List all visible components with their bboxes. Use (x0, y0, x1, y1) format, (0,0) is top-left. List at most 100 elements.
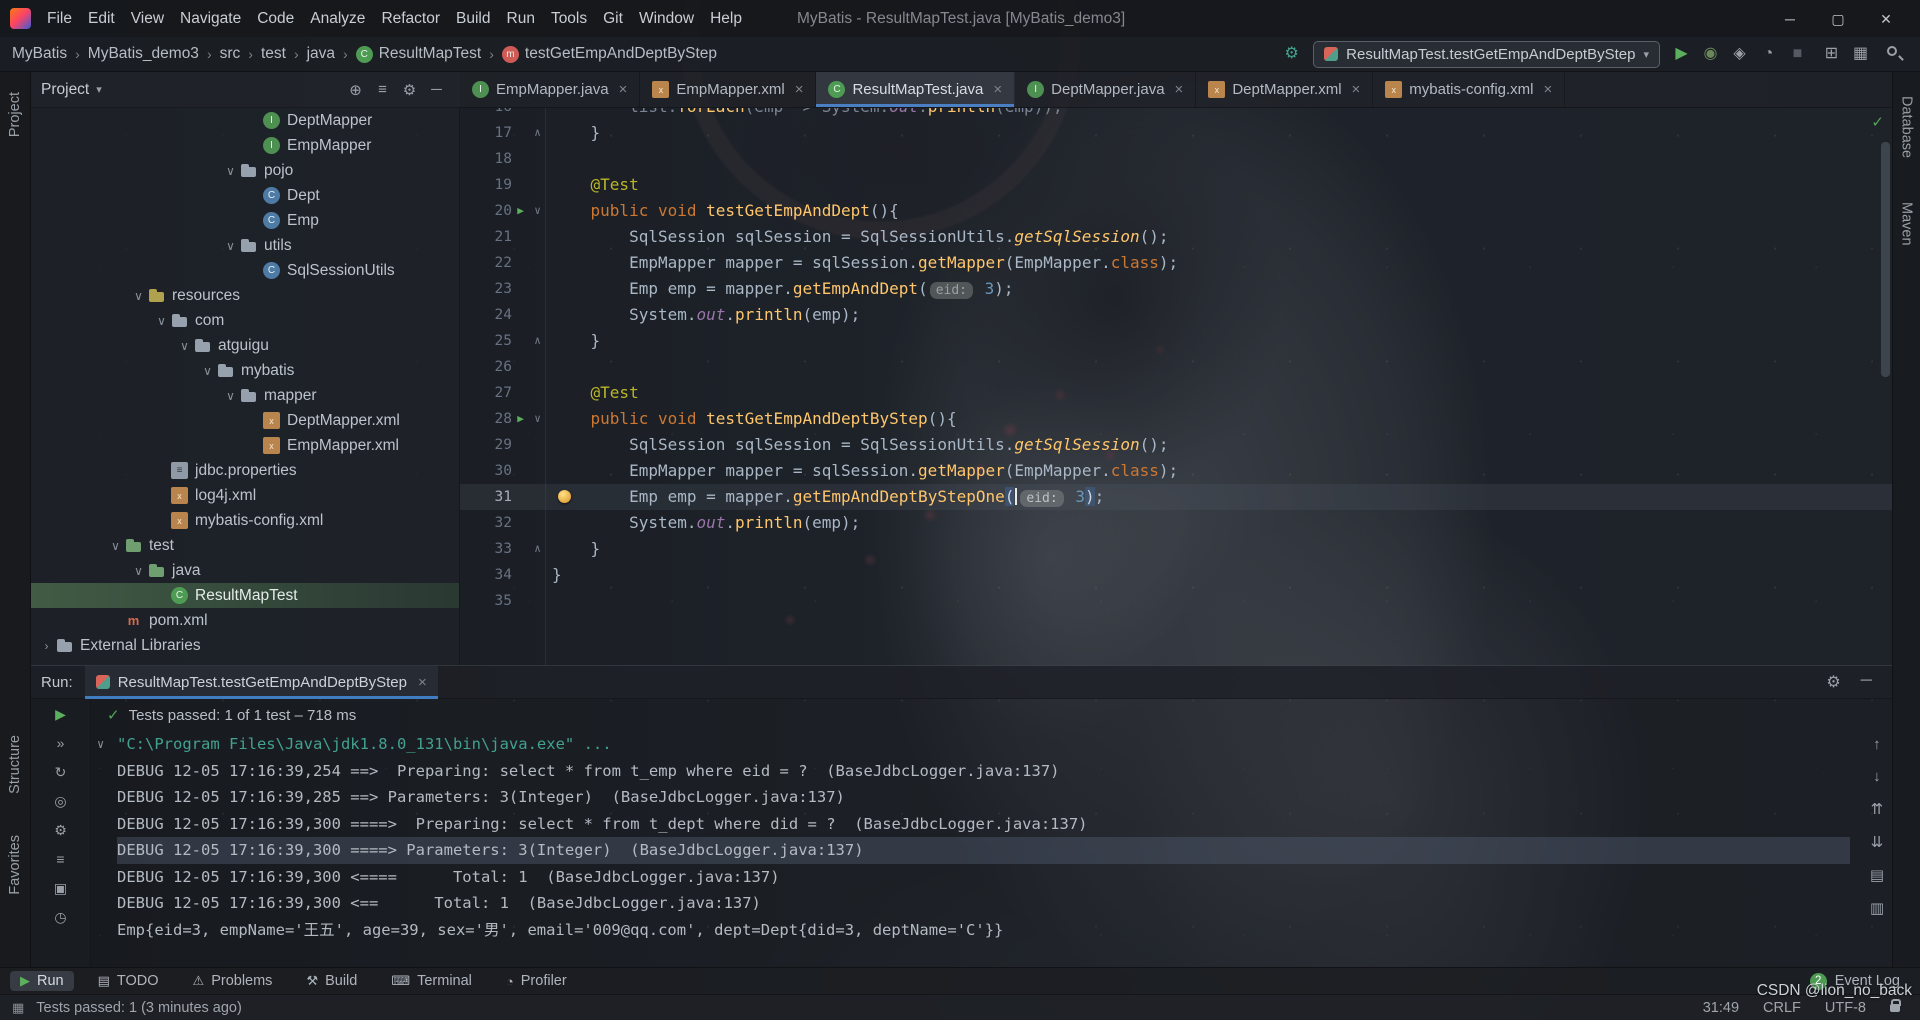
tree-item-jdbc.properties[interactable]: ≡jdbc.properties (31, 458, 459, 483)
tool-windows-toggle-icon[interactable]: ▦ (12, 1000, 24, 1016)
profiler-icon[interactable]: ◔ (1756, 42, 1781, 66)
rerun-icon[interactable]: ▶ (50, 704, 72, 724)
menu-edit[interactable]: Edit (80, 5, 123, 33)
tree-toggle-icon[interactable]: ∨ (175, 339, 194, 353)
code-line-16[interactable]: 16 list.forEach(emp -> System.out.printl… (460, 108, 1892, 120)
code-line-23[interactable]: 23 Emp emp = mapper.getEmpAndDept(eid: 3… (460, 276, 1892, 302)
close-icon[interactable]: × (1352, 81, 1361, 98)
search-everywhere-icon[interactable] (1882, 42, 1908, 66)
tree-item-deptmapper.xml[interactable]: xDeptMapper.xml (31, 408, 459, 433)
console-line[interactable]: DEBUG 12-05 17:16:39,285 ==> Parameters:… (117, 784, 1850, 811)
code-line-19[interactable]: 19 @Test (460, 172, 1892, 198)
collapse-all-icon[interactable]: ≡ (369, 81, 396, 99)
fold-icon[interactable]: ∧ (529, 328, 546, 354)
filter-icon[interactable]: ◎ (50, 791, 72, 811)
tree-item-java[interactable]: ∨java (31, 558, 459, 583)
stripe-project[interactable]: Project (7, 84, 23, 145)
menu-code[interactable]: Code (249, 5, 302, 33)
tree-item-sqlsessionutils[interactable]: CSqlSessionUtils (31, 258, 459, 283)
toolwindow-button-profiler[interactable]: ◔Profiler (496, 971, 577, 991)
collapse-all-icon[interactable]: ⇊ (1871, 833, 1884, 851)
tree-item-com[interactable]: ∨com (31, 308, 459, 333)
run-line-icon[interactable]: ▶ (512, 198, 529, 224)
code-line-30[interactable]: 30 EmpMapper mapper = sqlSession.getMapp… (460, 458, 1892, 484)
debug-icon[interactable]: ◉ (1698, 42, 1723, 66)
code-line-35[interactable]: 35 (460, 588, 1892, 614)
fold-icon[interactable]: ∨ (529, 406, 546, 432)
tab-empmapper.java[interactable]: IEmpMapper.java× (460, 72, 640, 107)
layout-icon[interactable]: ⊞ (1819, 42, 1844, 66)
toolwindow-button-terminal[interactable]: ⌨Terminal (381, 971, 482, 991)
tree-item-empmapper[interactable]: IEmpMapper (31, 133, 459, 158)
stripe-favorites[interactable]: Favorites (7, 827, 23, 903)
breadcrumb-item-src[interactable]: src (220, 45, 241, 63)
code-line-31[interactable]: 31 Emp emp = mapper.getEmpAndDeptByStepO… (460, 484, 1892, 510)
toolwindow-button-build[interactable]: ⚒Build (296, 971, 367, 991)
tree-item-pojo[interactable]: ∨pojo (31, 158, 459, 183)
soft-wrap-icon[interactable]: ▤ (1870, 866, 1884, 884)
screenshot-icon[interactable]: ▣ (50, 878, 72, 898)
stripe-structure[interactable]: Structure (7, 727, 23, 802)
more-icon[interactable]: » (50, 733, 72, 753)
close-icon[interactable]: × (795, 81, 804, 98)
minimize-button[interactable]: ─ (1766, 4, 1814, 34)
code-line-28[interactable]: 28▶∨ public void testGetEmpAndDeptByStep… (460, 406, 1892, 432)
console-output[interactable]: ∨"C:\Program Files\Java\jdk1.8.0_131\bin… (91, 731, 1850, 967)
code-line-27[interactable]: 27 @Test (460, 380, 1892, 406)
expand-all-icon[interactable]: ⇈ (1871, 800, 1884, 818)
tree-item-empmapper.xml[interactable]: xEmpMapper.xml (31, 433, 459, 458)
code-line-21[interactable]: 21 SqlSession sqlSession = SqlSessionUti… (460, 224, 1892, 250)
code-editor[interactable]: 16 list.forEach(emp -> System.out.printl… (460, 108, 1892, 665)
tree-item-resultmaptest[interactable]: CResultMapTest (31, 583, 459, 608)
tree-toggle-icon[interactable]: ∨ (129, 289, 148, 303)
menu-git[interactable]: Git (595, 5, 631, 33)
console-line[interactable]: ∨"C:\Program Files\Java\jdk1.8.0_131\bin… (117, 731, 1850, 758)
project-panel-title[interactable]: Project (41, 81, 89, 99)
toolwindow-button-run[interactable]: ▶Run (10, 971, 74, 991)
console-line[interactable]: DEBUG 12-05 17:16:39,300 ====> Preparing… (117, 811, 1850, 838)
fold-icon[interactable]: ∧ (529, 536, 546, 562)
stripe-maven[interactable]: Maven (1899, 194, 1915, 254)
close-icon[interactable]: × (1175, 81, 1184, 98)
intention-bulb-icon[interactable] (558, 490, 571, 503)
build-tool-icon[interactable]: ⚙ (1279, 42, 1304, 66)
close-icon[interactable]: × (993, 81, 1002, 98)
tree-item-emp[interactable]: CEmp (31, 208, 459, 233)
code-line-26[interactable]: 26 (460, 354, 1892, 380)
run-icon[interactable]: ▶ (1669, 42, 1694, 66)
tree-toggle-icon[interactable]: ∨ (221, 389, 240, 403)
tree-item-atguigu[interactable]: ∨atguigu (31, 333, 459, 358)
breadcrumb-item-test[interactable]: test (261, 45, 286, 63)
tab-deptmapper.xml[interactable]: xDeptMapper.xml× (1196, 72, 1373, 107)
tree-item-mapper[interactable]: ∨mapper (31, 383, 459, 408)
menu-refactor[interactable]: Refactor (373, 5, 448, 33)
menu-build[interactable]: Build (448, 5, 498, 33)
prev-occurrence-icon[interactable]: ↑ (1873, 736, 1881, 753)
locate-icon[interactable]: ⊕ (342, 81, 369, 99)
tree-toggle-icon[interactable]: › (37, 639, 56, 653)
stripe-database[interactable]: Database (1899, 88, 1915, 166)
breadcrumb-item-testgetempanddeptbystep[interactable]: mtestGetEmpAndDeptByStep (502, 45, 717, 63)
editor-scrollbar[interactable] (1881, 142, 1890, 377)
menu-file[interactable]: File (39, 5, 80, 33)
console-line[interactable]: DEBUG 12-05 17:16:39,300 <== Total: 1 (B… (117, 890, 1850, 917)
monitor-icon[interactable]: ▦ (1848, 42, 1873, 66)
tree-item-log4j.xml[interactable]: xlog4j.xml (31, 483, 459, 508)
tree-toggle-icon[interactable]: ∨ (221, 239, 240, 253)
close-icon[interactable]: × (619, 81, 628, 98)
status-widget-31-49[interactable]: 31:49 (1703, 1000, 1739, 1016)
tree-item-deptmapper[interactable]: IDeptMapper (31, 108, 459, 133)
code-line-18[interactable]: 18 (460, 146, 1892, 172)
breadcrumb-item-resultmaptest[interactable]: CResultMapTest (356, 45, 482, 63)
hide-icon[interactable]: ─ (1861, 672, 1872, 692)
maximize-button[interactable]: ▢ (1814, 4, 1862, 34)
code-line-25[interactable]: 25∧ } (460, 328, 1892, 354)
next-occurrence-icon[interactable]: ↓ (1873, 768, 1881, 785)
clear-icon[interactable]: ▥ (1870, 899, 1884, 917)
menu-analyze[interactable]: Analyze (302, 5, 373, 33)
tab-deptmapper.java[interactable]: IDeptMapper.java× (1015, 72, 1196, 107)
console-line[interactable]: Emp{eid=3, empName='王五', age=39, sex='男'… (117, 917, 1850, 944)
menu-run[interactable]: Run (499, 5, 543, 33)
coverage-icon[interactable]: ◈ (1727, 42, 1752, 66)
tree-toggle-icon[interactable]: ∨ (152, 314, 171, 328)
